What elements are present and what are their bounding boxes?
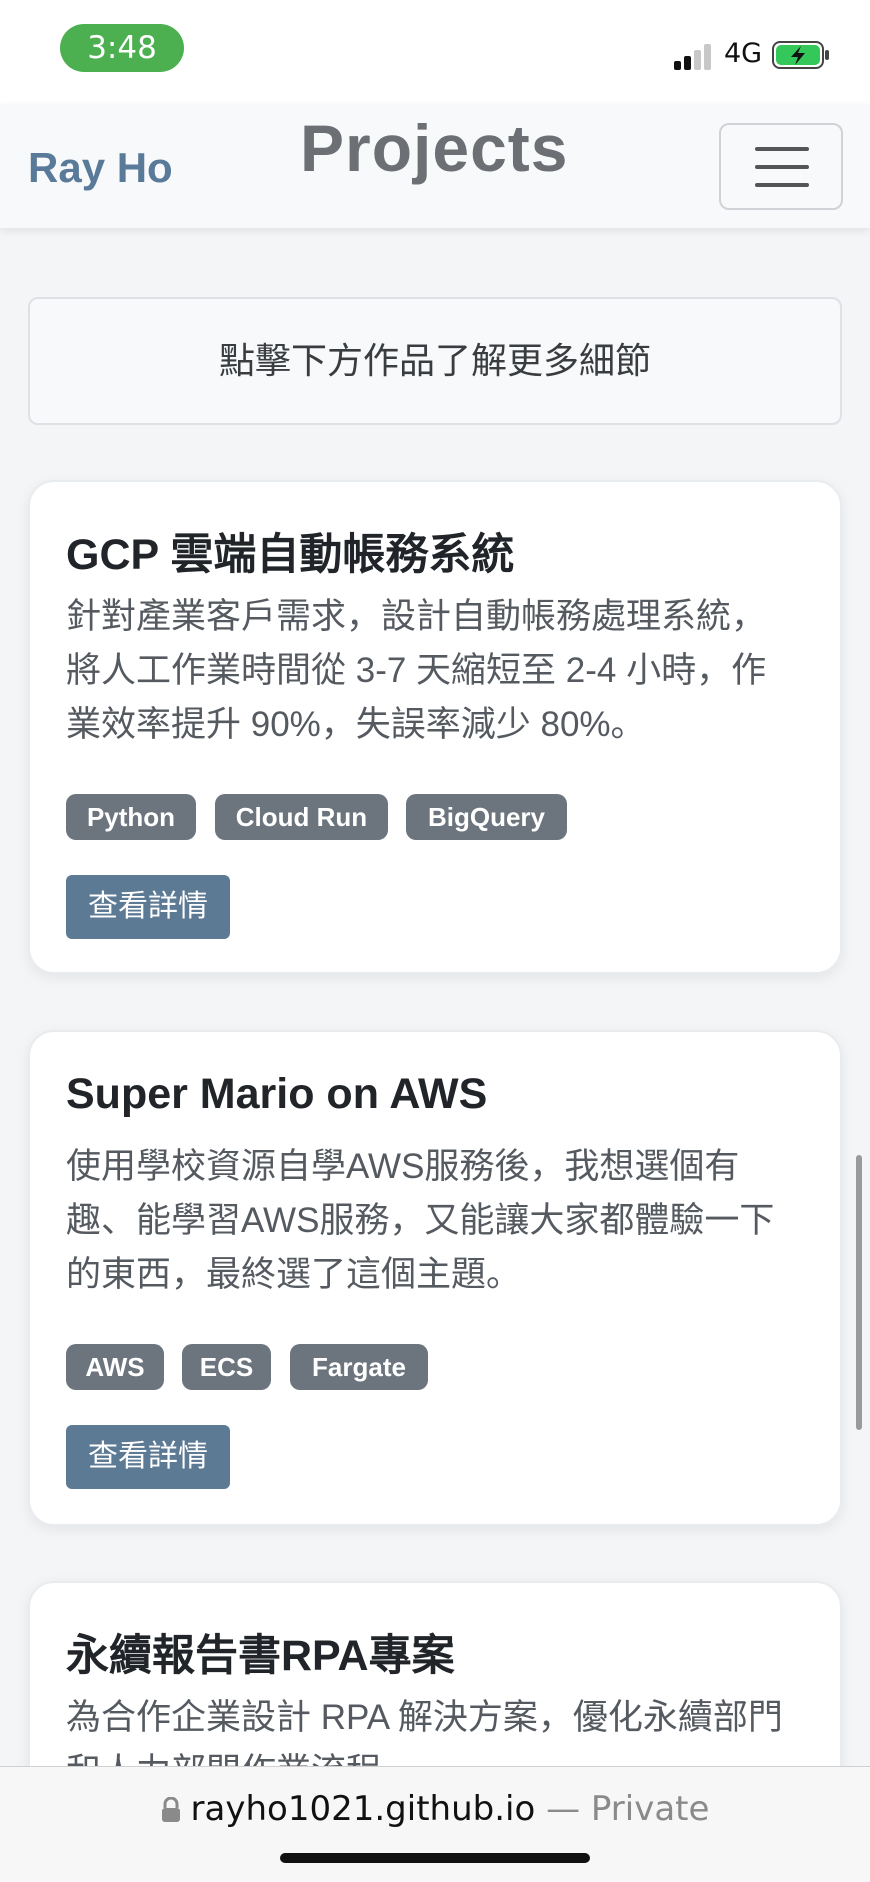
network-label: 4G <box>724 38 763 69</box>
lock-icon <box>161 1797 180 1822</box>
menu-toggle-button[interactable] <box>719 123 843 210</box>
page-title: Projects <box>300 111 569 185</box>
url-display[interactable]: rayho1021.github.io — Private <box>0 1789 870 1829</box>
project-card: GCP 雲端自動帳務系統 針對產業客戶需求，設計自動帳務處理系統， 將人工作業時… <box>28 480 842 974</box>
tag-badge: AWS <box>66 1344 164 1390</box>
project-title: Super Mario on AWS <box>66 1070 488 1118</box>
intro-notice: 點擊下方作品了解更多細節 <box>28 297 842 425</box>
signal-icon <box>674 42 714 70</box>
tag-badge: BigQuery <box>406 794 567 840</box>
url-text: rayho1021.github.io <box>190 1789 536 1829</box>
scroll-indicator[interactable] <box>856 1155 862 1430</box>
tag-badge: Fargate <box>290 1344 428 1390</box>
status-time: 3:48 <box>60 24 184 72</box>
project-description: 針對產業客戶需求，設計自動帳務處理系統， 將人工作業時間從 3-7 天縮短至 2… <box>66 597 767 744</box>
browser-address-bar[interactable]: rayho1021.github.io — Private <box>0 1766 870 1882</box>
private-mode-label: Private <box>590 1789 710 1829</box>
tag-badge: Cloud Run <box>215 794 388 840</box>
view-details-button[interactable]: 查看詳情 <box>66 1425 230 1489</box>
home-indicator[interactable] <box>280 1853 590 1863</box>
battery-charging-icon <box>772 41 829 69</box>
project-card: Super Mario on AWS 使用學校資源自學AWS服務後，我想選個有 … <box>28 1030 842 1526</box>
top-navbar: Ray Ho Projects <box>0 104 870 228</box>
project-title: 永續報告書RPA專案 <box>66 1632 455 1680</box>
view-details-button[interactable]: 查看詳情 <box>66 875 230 939</box>
tag-badge: Python <box>66 794 196 840</box>
brand-link[interactable]: Ray Ho <box>28 144 173 192</box>
url-separator: — <box>546 1789 581 1829</box>
project-title: GCP 雲端自動帳務系統 <box>66 531 515 579</box>
status-bar: 3:48 4G <box>0 0 870 104</box>
tag-badge: ECS <box>182 1344 271 1390</box>
project-description: 使用學校資源自學AWS服務後，我想選個有 趣、能學習AWS服務，又能讓大家都體驗… <box>66 1147 775 1294</box>
